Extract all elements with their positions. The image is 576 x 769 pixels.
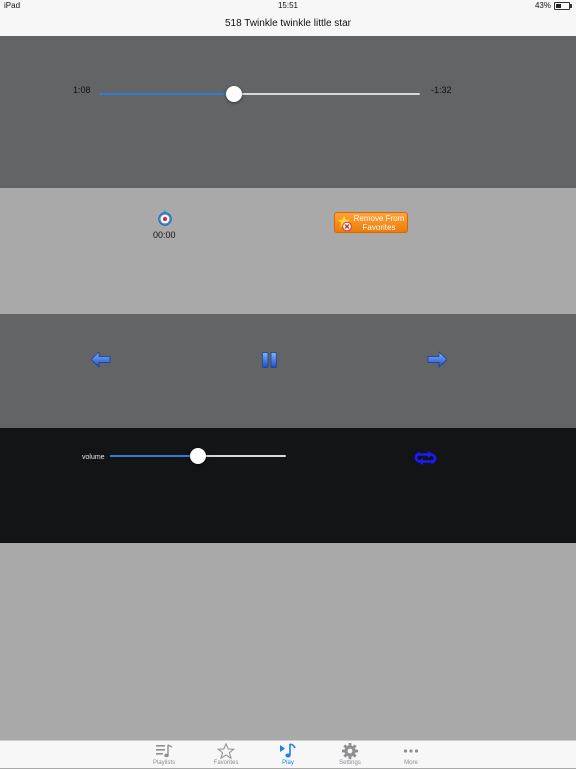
progress-thumb[interactable]	[226, 86, 243, 102]
tab-favorites[interactable]: Favorites	[196, 741, 256, 769]
remove-from-favorites-button[interactable]: Remove From Favorites	[334, 212, 408, 233]
star-icon	[217, 743, 235, 759]
tab-play[interactable]: Play	[258, 741, 318, 769]
status-time: 15:51	[277, 1, 299, 10]
remaining-time: -1:32	[431, 85, 452, 95]
empty-area	[0, 543, 576, 740]
page-title: 518 Twinkle twinkle little star	[225, 18, 351, 29]
playlist-icon	[156, 744, 173, 758]
status-bar: iPad 15:51 43%	[0, 0, 576, 12]
favorites-button-line1: Remove From	[353, 214, 405, 223]
next-arrow-icon[interactable]	[427, 351, 447, 368]
battery-percent: 43%	[534, 1, 551, 10]
tab-label-playlists: Playlists	[152, 760, 175, 766]
tab-bar: Playlists Favorites Play Settings More	[0, 740, 576, 768]
elapsed-time: 1:08	[73, 85, 91, 95]
music-note-icon	[280, 743, 296, 758]
tab-more[interactable]: More	[381, 741, 441, 769]
repeat-icon[interactable]	[414, 451, 437, 465]
tab-label-play: Play	[282, 760, 294, 766]
tab-playlists[interactable]: Playlists	[134, 741, 194, 769]
volume-thumb[interactable]	[190, 448, 206, 464]
progress-slider[interactable]	[100, 93, 420, 95]
gear-icon	[342, 743, 358, 759]
battery-status: 43%	[534, 1, 572, 10]
favorites-button-line2: Favorites	[362, 223, 396, 232]
battery-icon	[554, 1, 572, 10]
transport-section	[0, 314, 576, 428]
timer-value: 00:00	[153, 230, 176, 240]
star-remove-icon	[337, 214, 352, 232]
volume-fill	[110, 455, 198, 457]
tab-settings[interactable]: Settings	[320, 741, 380, 769]
progress-fill	[100, 93, 235, 95]
volume-label: volume	[82, 454, 105, 461]
pause-icon[interactable]	[262, 352, 277, 368]
volume-section: volume	[0, 428, 576, 543]
navigation-bar: 518 Twinkle twinkle little star	[0, 12, 576, 37]
tab-label-more: More	[404, 760, 418, 766]
previous-arrow-icon[interactable]	[91, 351, 111, 368]
progress-section: 1:08 -1:32	[0, 36, 576, 189]
tab-label-settings: Settings	[339, 760, 361, 766]
more-icon	[403, 749, 419, 753]
options-section: 00:00 Remove From Favorites	[0, 188, 576, 314]
tab-label-favorites: Favorites	[213, 760, 239, 766]
stopwatch-icon[interactable]	[157, 210, 173, 226]
